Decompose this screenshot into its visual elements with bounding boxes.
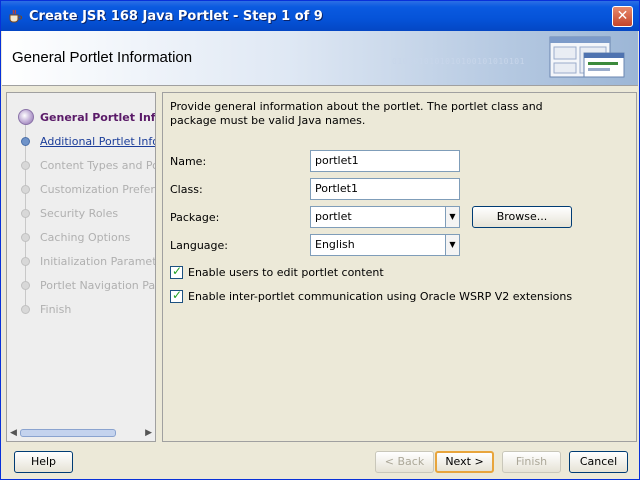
chevron-down-icon[interactable]: ▼ (445, 235, 459, 255)
name-input[interactable]: portlet1 (310, 150, 460, 172)
wsrp-checkbox-row[interactable]: ✓ Enable inter-portlet communication usi… (170, 288, 572, 304)
close-button[interactable]: ✕ (612, 6, 633, 27)
name-label: Name: (170, 155, 207, 168)
step-label: Portlet Navigation Parameters (40, 279, 155, 292)
wizard-steps-list: General Portlet Information Additional P… (7, 93, 155, 426)
step-label: Initialization Parameters (40, 255, 155, 268)
nav-horizontal-scrollbar[interactable]: ◀ ▶ (8, 426, 154, 440)
package-combobox[interactable]: portlet ▼ (310, 206, 460, 228)
java-cup-icon (9, 9, 22, 23)
class-label: Class: (170, 183, 203, 196)
window-title: Create JSR 168 Java Portlet - Step 1 of … (29, 8, 323, 24)
step-dot-icon (21, 161, 30, 170)
portlet-graphic-icon (549, 36, 625, 78)
current-step-icon (18, 109, 34, 125)
step-general-portlet-information[interactable]: General Portlet Information (7, 109, 155, 127)
page-title: General Portlet Information (12, 49, 193, 66)
step-label: Additional Portlet Information (40, 135, 155, 148)
language-label: Language: (170, 239, 228, 252)
edit-content-label: Enable users to edit portlet content (188, 265, 384, 279)
next-button[interactable]: Next > (435, 451, 494, 473)
step-dot-icon (21, 209, 30, 218)
step-dot-icon (21, 257, 30, 266)
step-dot-icon (21, 281, 30, 290)
step-finish: Finish (7, 301, 155, 319)
package-value: portlet (315, 210, 352, 223)
step-dot-icon (21, 185, 30, 194)
package-label: Package: (170, 211, 220, 224)
step-caching-options: Caching Options (7, 229, 155, 247)
browse-button[interactable]: Browse... (472, 206, 572, 228)
step-label: Caching Options (40, 231, 131, 244)
step-portlet-navigation-parameters: Portlet Navigation Parameters (7, 277, 155, 295)
back-button[interactable]: < Back (375, 451, 434, 473)
step-dot-icon (21, 137, 30, 146)
chevron-down-icon[interactable]: ▼ (445, 207, 459, 227)
step-description: Provide general information about the po… (170, 100, 543, 127)
wsrp-label: Enable inter-portlet communication using… (188, 289, 573, 303)
step-initialization-parameters: Initialization Parameters (7, 253, 155, 271)
step-content-types: Content Types and Portlet Modes (7, 157, 155, 175)
wizard-steps-panel: General Portlet Information Additional P… (6, 92, 156, 442)
step-label: Customization Preferences (40, 183, 155, 196)
step-label: Finish (40, 303, 72, 316)
wizard-window: Create JSR 168 Java Portlet - Step 1 of … (0, 0, 640, 480)
banner-watermark: 0101010101010100101010101 (392, 57, 525, 66)
class-input[interactable]: Portlet1 (310, 178, 460, 200)
scrollbar-thumb[interactable] (20, 429, 116, 437)
help-button[interactable]: Help (14, 451, 73, 473)
step-label: General Portlet Information (40, 111, 155, 124)
step-dot-icon (21, 305, 30, 314)
step-dot-icon (21, 233, 30, 242)
step-content-panel: Provide general information about the po… (162, 92, 637, 442)
scroll-right-icon[interactable]: ▶ (145, 428, 152, 438)
wsrp-checkbox[interactable]: ✓ (170, 287, 183, 303)
edit-content-checkbox[interactable]: ✓ (170, 263, 183, 279)
cancel-button[interactable]: Cancel (569, 451, 628, 473)
step-security-roles: Security Roles (7, 205, 155, 223)
step-additional-portlet-information[interactable]: Additional Portlet Information (7, 133, 155, 151)
checkmark-icon: ✓ (172, 263, 183, 278)
language-value: English (315, 238, 355, 251)
language-select[interactable]: English ▼ (310, 234, 460, 256)
scroll-left-icon[interactable]: ◀ (10, 428, 17, 438)
finish-button[interactable]: Finish (502, 451, 561, 473)
step-label: Security Roles (40, 207, 119, 220)
step-label: Content Types and Portlet Modes (40, 159, 155, 172)
checkmark-icon: ✓ (172, 287, 183, 302)
header-banner: General Portlet Information 010101010101… (2, 31, 638, 86)
title-bar: Create JSR 168 Java Portlet - Step 1 of … (1, 1, 639, 31)
step-customization-preferences: Customization Preferences (7, 181, 155, 199)
edit-content-checkbox-row[interactable]: ✓ Enable users to edit portlet content (170, 264, 384, 280)
